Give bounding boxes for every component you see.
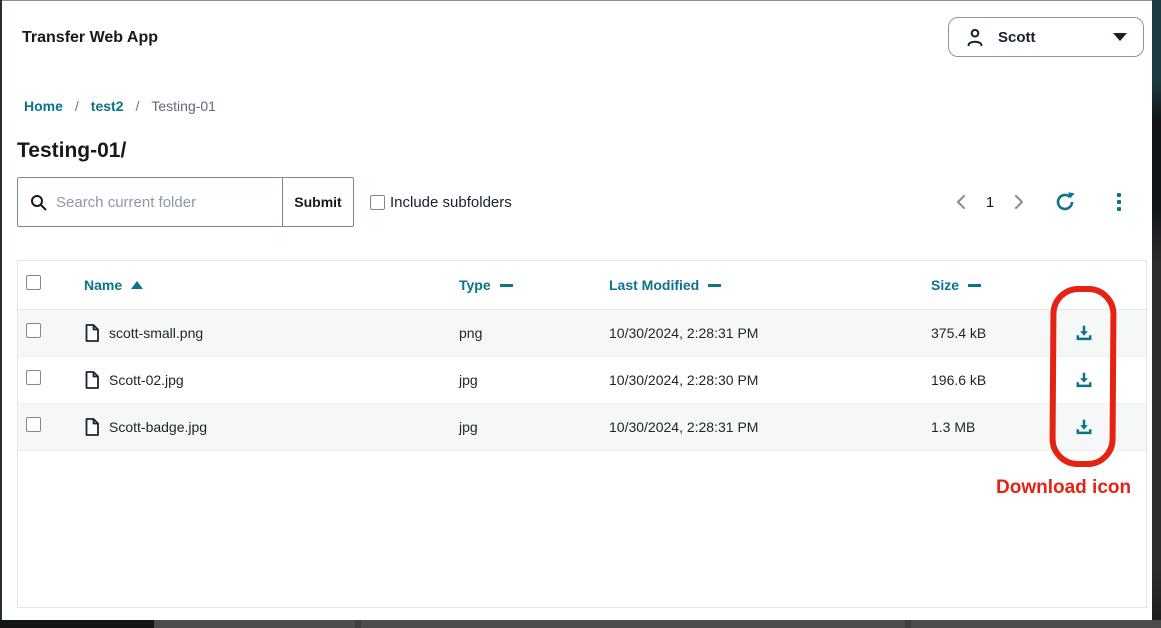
user-menu-button[interactable]: Scott <box>948 17 1144 57</box>
taskbar-separator <box>355 620 361 628</box>
refresh-button[interactable] <box>1052 189 1078 215</box>
user-name: Scott <box>998 29 1036 46</box>
select-all-checkbox[interactable] <box>26 275 41 290</box>
file-last-modified: 10/30/2024, 2:28:31 PM <box>609 419 931 435</box>
file-type: png <box>459 325 609 341</box>
file-type: jpg <box>459 372 609 388</box>
submit-button[interactable]: Submit <box>282 177 354 227</box>
app-title: Transfer Web App <box>22 29 158 47</box>
annotation-label: Download icon <box>996 477 1131 499</box>
file-size: 1.3 MB <box>931 419 1022 435</box>
include-subfolders-label: Include subfolders <box>390 194 512 211</box>
window-top-border <box>0 0 1161 1</box>
window-right-edge-strip <box>1152 0 1161 628</box>
breadcrumb-test2[interactable]: test2 <box>91 98 124 114</box>
table-row: scott-small.png png 10/30/2024, 2:28:31 … <box>18 310 1146 357</box>
search-group: Submit <box>17 177 354 227</box>
download-tray-icon <box>1075 324 1093 342</box>
next-page-button[interactable] <box>1006 189 1032 215</box>
file-size: 375.4 kB <box>931 325 1022 341</box>
download-tray-icon <box>1075 371 1093 389</box>
file-name[interactable]: Scott-badge.jpg <box>109 419 207 435</box>
breadcrumb-home[interactable]: Home <box>24 98 63 114</box>
page-title: Testing-01/ <box>17 139 126 163</box>
table-body: scott-small.png png 10/30/2024, 2:28:31 … <box>18 310 1146 451</box>
file-last-modified: 10/30/2024, 2:28:31 PM <box>609 325 931 341</box>
pagination: 1 <box>948 177 1132 227</box>
table-row: Scott-02.jpg jpg 10/30/2024, 2:28:30 PM … <box>18 357 1146 404</box>
circular-arrow-icon <box>1054 191 1076 213</box>
taskbar-strip <box>0 620 1161 628</box>
file-size: 196.6 kB <box>931 372 1022 388</box>
file-last-modified: 10/30/2024, 2:28:30 PM <box>609 372 931 388</box>
row-checkbox[interactable] <box>26 417 41 432</box>
breadcrumb: Home / test2 / Testing-01 <box>24 98 216 114</box>
caret-down-icon <box>1113 33 1127 41</box>
overflow-menu-button[interactable] <box>1106 189 1132 215</box>
chevron-right-icon <box>1013 194 1025 210</box>
file-name[interactable]: scott-small.png <box>109 325 203 341</box>
triangle-up-icon <box>131 281 143 289</box>
row-checkbox[interactable] <box>26 323 41 338</box>
breadcrumb-current: Testing-01 <box>151 98 216 114</box>
include-subfolders-option[interactable]: Include subfolders <box>370 177 512 227</box>
window-left-border <box>0 0 2 628</box>
column-header-type[interactable]: Type <box>459 277 609 293</box>
previous-page-button[interactable] <box>948 189 974 215</box>
download-button[interactable] <box>1072 368 1096 392</box>
breadcrumb-separator: / <box>135 98 139 114</box>
table-header-row: Name Type Last Modified Size <box>18 261 1146 310</box>
search-input[interactable] <box>56 194 256 211</box>
column-header-size[interactable]: Size <box>931 277 1022 293</box>
file-table: Name Type Last Modified Size scott-small… <box>17 260 1147 608</box>
dash-icon <box>708 284 721 287</box>
taskbar-dark-segment <box>0 620 154 628</box>
download-button[interactable] <box>1072 415 1096 439</box>
file-name[interactable]: Scott-02.jpg <box>109 372 184 388</box>
download-button[interactable] <box>1072 321 1096 345</box>
document-icon <box>84 418 100 436</box>
document-icon <box>84 324 100 342</box>
taskbar-separator <box>905 620 911 628</box>
row-checkbox[interactable] <box>26 370 41 385</box>
kebab-vertical-icon <box>1117 193 1121 211</box>
file-type: jpg <box>459 419 609 435</box>
download-tray-icon <box>1075 418 1093 436</box>
breadcrumb-separator: / <box>75 98 79 114</box>
document-icon <box>84 371 100 389</box>
page-number: 1 <box>980 194 1000 211</box>
column-header-name[interactable]: Name <box>84 277 459 293</box>
chevron-left-icon <box>955 194 967 210</box>
dash-icon <box>968 284 981 287</box>
include-subfolders-checkbox[interactable] <box>370 195 385 210</box>
search-box[interactable] <box>17 177 283 227</box>
person-icon <box>965 27 985 48</box>
magnifier-icon <box>30 194 47 211</box>
dash-icon <box>500 284 513 287</box>
column-header-last-modified[interactable]: Last Modified <box>609 277 931 293</box>
table-row: Scott-badge.jpg jpg 10/30/2024, 2:28:31 … <box>18 404 1146 451</box>
